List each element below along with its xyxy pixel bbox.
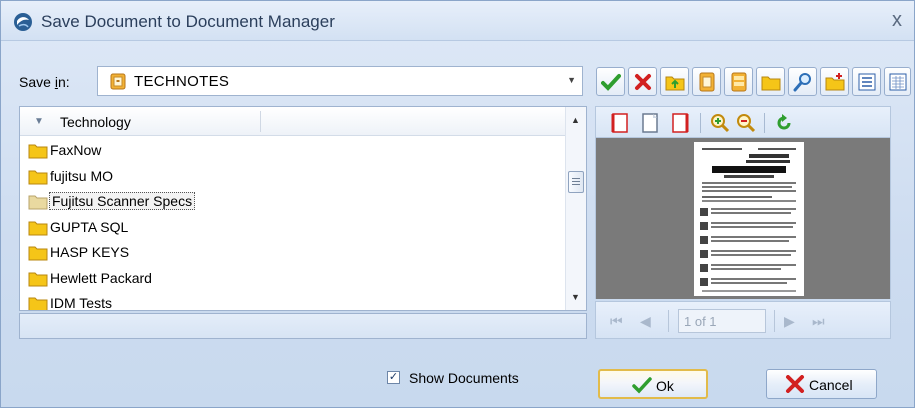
- check-icon: [632, 377, 652, 394]
- list-item-label: HASP KEYS: [50, 244, 130, 260]
- list-item[interactable]: IDM Tests: [20, 291, 566, 311]
- list-item-label: fujitsu MO: [50, 167, 114, 184]
- ok-button[interactable]: Ok: [598, 369, 708, 399]
- search-button[interactable]: [788, 67, 817, 96]
- close-button[interactable]: x: [892, 9, 902, 32]
- scroll-up-arrow-icon[interactable]: ▲: [571, 115, 580, 125]
- folder-icon: [28, 246, 48, 261]
- page-thumbnail: [694, 142, 804, 296]
- folder-icon: [28, 144, 48, 159]
- scrollbar-thumb[interactable]: [568, 171, 584, 193]
- list-item[interactable]: GUPTA SQL: [20, 215, 566, 241]
- page-red-icon[interactable]: [670, 113, 690, 133]
- cancel-button[interactable]: Cancel: [766, 369, 877, 399]
- details-view-button[interactable]: [884, 67, 911, 96]
- folder-icon: [28, 272, 48, 286]
- cancel-button-label: Cancel: [809, 377, 853, 393]
- folder-icon: [28, 170, 48, 184]
- folder-icon: [28, 297, 48, 310]
- details-view-icon: [889, 73, 907, 91]
- folder-button[interactable]: [756, 67, 785, 96]
- toolbar-separator: [764, 113, 765, 133]
- collapse-chevron-icon[interactable]: ▼: [34, 116, 44, 127]
- list-item[interactable]: Hewlett Packard: [20, 266, 566, 292]
- page-blank-icon[interactable]: [640, 113, 660, 133]
- new-folder-icon: [825, 73, 845, 91]
- list-item-label: Fujitsu Scanner Specs: [49, 192, 196, 210]
- page-icon[interactable]: [610, 113, 630, 133]
- next-page-icon[interactable]: ▶: [784, 313, 795, 330]
- new-folder-button[interactable]: [820, 67, 849, 96]
- folder-list: FaxNow fujitsu MO Fujitsu Scanner Specs …: [20, 138, 566, 311]
- cancel-x-icon: [786, 375, 804, 393]
- list-item-label: FaxNow: [50, 142, 102, 158]
- save-in-combobox[interactable]: TECHNOTES ▼: [97, 66, 583, 96]
- folder-icon: [28, 195, 48, 210]
- list-item[interactable]: FaxNow: [20, 138, 566, 164]
- pager-separator: [774, 310, 775, 332]
- page-indicator[interactable]: 1 of 1: [678, 309, 766, 333]
- save-document-dialog: Save Document to Document Manager x Save…: [0, 0, 915, 408]
- search-icon: [793, 73, 811, 92]
- zoom-in-icon[interactable]: [710, 113, 730, 133]
- list-item[interactable]: HASP KEYS: [20, 240, 566, 266]
- first-page-icon[interactable]: ⏮: [610, 313, 623, 330]
- show-documents-checkbox[interactable]: ✓: [387, 371, 400, 384]
- accept-button[interactable]: [596, 67, 625, 96]
- preview-toolbar: [595, 106, 891, 138]
- zoom-out-icon[interactable]: [736, 113, 756, 133]
- toolbar-separator: [700, 113, 701, 133]
- column-divider: [260, 111, 261, 132]
- app-logo-icon: [14, 13, 32, 31]
- title-bar: Save Document to Document Manager x: [1, 1, 914, 41]
- check-icon: [601, 74, 621, 91]
- delete-button[interactable]: [628, 67, 657, 96]
- show-documents-label: Show Documents: [409, 370, 519, 386]
- tree-column-header[interactable]: ▼ Technology: [20, 107, 566, 136]
- vertical-scrollbar[interactable]: ▲ ▼: [565, 107, 586, 310]
- filename-field[interactable]: [19, 313, 587, 339]
- list-view-icon: [858, 73, 876, 91]
- folder-icon: [761, 76, 781, 91]
- cabinet-icon: [110, 73, 126, 90]
- scroll-down-arrow-icon[interactable]: ▼: [571, 292, 580, 302]
- ok-button-label: Ok: [656, 378, 674, 394]
- page-navigator: ⏮ ◀ 1 of 1 ▶ ⏭: [595, 301, 891, 339]
- cabinet-open-icon: [731, 72, 747, 92]
- folder-tree[interactable]: ▼ Technology FaxNow fujitsu MO Fujitsu S…: [19, 106, 587, 311]
- last-page-icon[interactable]: ⏭: [812, 313, 825, 330]
- open-cabinet-button[interactable]: [724, 67, 753, 96]
- save-in-value: TECHNOTES: [134, 73, 230, 90]
- folder-up-icon: [665, 76, 685, 91]
- list-item-selected[interactable]: Fujitsu Scanner Specs: [20, 189, 566, 215]
- list-item-label: Hewlett Packard: [50, 269, 152, 286]
- cabinet-icon: [699, 72, 715, 92]
- delete-icon: [635, 74, 651, 90]
- list-item[interactable]: fujitsu MO: [20, 164, 566, 190]
- pager-separator: [668, 310, 669, 332]
- list-item-label: GUPTA SQL: [50, 218, 129, 235]
- previous-page-icon[interactable]: ◀: [640, 313, 651, 330]
- cabinet-button[interactable]: [692, 67, 721, 96]
- list-view-button[interactable]: [852, 67, 881, 96]
- rotate-icon[interactable]: [774, 113, 794, 133]
- folder-icon: [28, 221, 48, 235]
- document-preview: [595, 138, 891, 299]
- list-item-label: IDM Tests: [50, 295, 112, 311]
- column-header-label: Technology: [60, 114, 131, 130]
- dropdown-arrow-icon[interactable]: ▼: [567, 75, 576, 85]
- window-title: Save Document to Document Manager: [41, 12, 335, 31]
- up-folder-button[interactable]: [660, 67, 689, 96]
- save-in-label: Save in:: [19, 74, 70, 90]
